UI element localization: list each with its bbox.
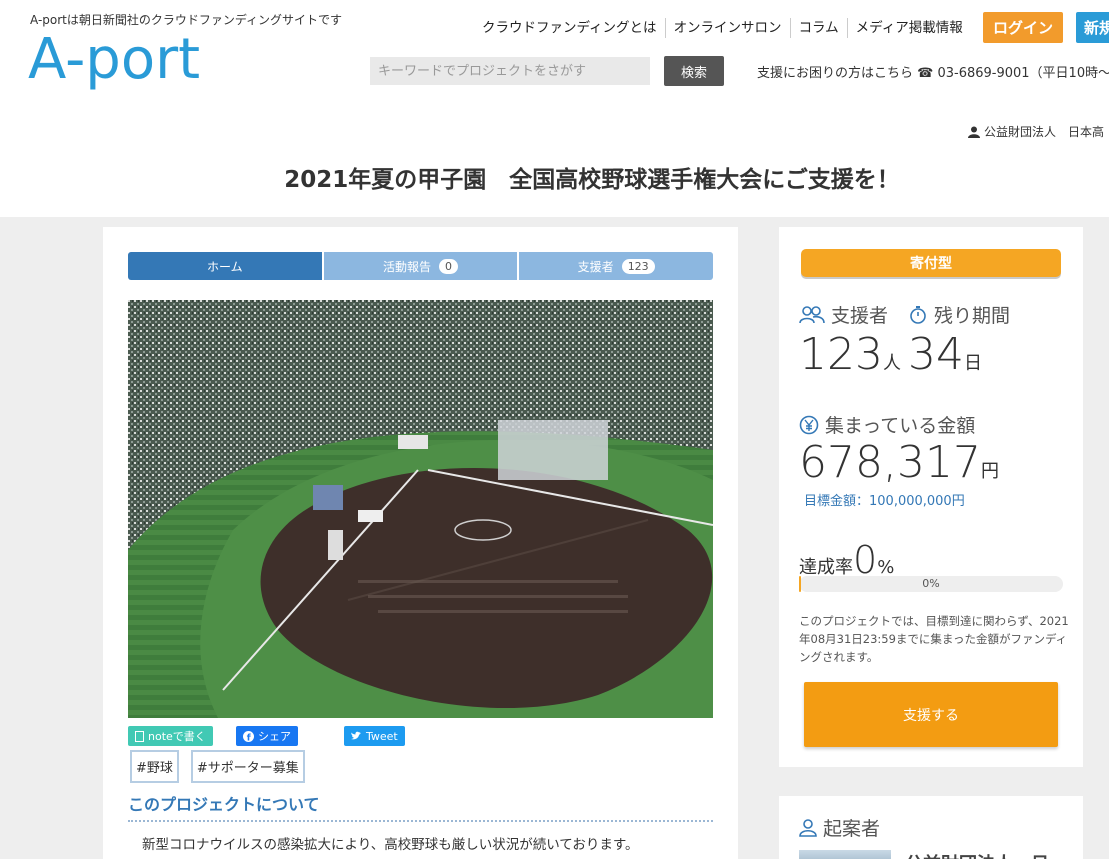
aport-logo[interactable]: A-port <box>28 26 278 98</box>
note-share-label: noteで書く <box>148 730 206 743</box>
amount-stat-label: 集まっている金額 <box>799 411 975 438</box>
owner-name: 公益財団法人 日本高 <box>984 125 1105 139</box>
facebook-share-button[interactable]: f シェア <box>236 726 298 746</box>
tab-activity-reports[interactable]: 活動報告 0 <box>323 252 518 280</box>
tab-home[interactable]: ホーム <box>128 252 322 280</box>
login-button[interactable]: ログイン <box>983 12 1063 43</box>
supporters-stat-label: 支援者 <box>799 301 888 328</box>
about-project-heading: このプロジェクトについて <box>128 795 320 814</box>
remaining-days: 34日 <box>908 333 982 377</box>
remaining-label: 残り期間 <box>934 305 1011 327</box>
facebook-icon: f <box>243 730 254 742</box>
nav-column[interactable]: コラム <box>789 18 847 38</box>
supporters-count: 123人 <box>799 333 901 377</box>
supporters-unit: 人 <box>882 353 901 374</box>
tag-baseball[interactable]: #野球 <box>130 750 179 783</box>
tab-count-badge: 123 <box>621 258 655 274</box>
progress-bar: 0% <box>799 576 1063 592</box>
tab-count-badge: 0 <box>439 258 459 274</box>
originator-thumbnail[interactable] <box>799 850 891 859</box>
hero-image-stadium <box>128 300 713 718</box>
goal-amount: 目標金額：100,000,000円 <box>804 494 965 509</box>
tweet-label: Tweet <box>366 729 398 743</box>
person-icon <box>799 818 817 837</box>
yen-coin-icon <box>799 415 819 434</box>
stopwatch-icon <box>910 305 926 324</box>
page-title: 2021年夏の甲子園 全国高校野球選手権大会にご支援を！ <box>284 167 900 193</box>
register-button[interactable]: 新規 <box>1076 12 1109 43</box>
site-header: A-portは朝日新聞社のクラウドファンディングサイトです A-port クラウ… <box>0 0 1109 217</box>
search-button[interactable]: 検索 <box>664 56 724 86</box>
facebook-share-label: シェア <box>258 730 291 743</box>
note-share-button[interactable]: noteで書く <box>128 726 213 746</box>
nav-online-salon[interactable]: オンラインサロン <box>664 18 790 38</box>
project-description: 新型コロナウイルスの感染拡大により、高校野球も厳しい状況が続いております。 <box>142 837 639 853</box>
originator-heading: 起案者 <box>799 814 880 841</box>
project-tabs: ホーム 活動報告 0 支援者 123 <box>128 252 714 280</box>
funding-note: このプロジェクトでは、目標到達に関わらず、2021年08月31日23:59までに… <box>799 614 1069 664</box>
originator-label: 起案者 <box>823 818 881 840</box>
support-button[interactable]: 支援する <box>804 682 1058 747</box>
funding-type-badge: 寄付型 <box>801 249 1061 277</box>
search-input[interactable] <box>370 57 650 85</box>
svg-text:A-port: A-port <box>28 27 200 92</box>
tab-label: 支援者 <box>577 259 614 274</box>
project-owner[interactable]: 公益財団法人 日本高 <box>968 123 1104 140</box>
section-divider <box>128 820 713 822</box>
nav-media[interactable]: メディア掲載情報 <box>846 18 971 38</box>
support-contact[interactable]: 支援にお困りの方はこちら ☎ 03-6869-9001（平日10時～ <box>757 62 1109 81</box>
twitter-share-button[interactable]: Tweet <box>344 726 405 746</box>
progress-text: 0% <box>922 577 940 590</box>
amount-label: 集まっている金額 <box>825 415 976 437</box>
supporters-icon <box>799 305 825 323</box>
nav-about-crowdfunding[interactable]: クラウドファンディングとは <box>474 18 665 38</box>
originator-name[interactable]: 公益財団法人 日 <box>905 850 1049 859</box>
project-tags: #野球 #サポーター募集 <box>130 750 305 783</box>
rate-unit: % <box>877 557 895 578</box>
tab-label: ホーム <box>207 259 243 274</box>
tag-supporters-wanted[interactable]: #サポーター募集 <box>190 750 305 783</box>
remaining-value: 34 <box>908 329 964 380</box>
tab-supporters[interactable]: 支援者 123 <box>519 252 714 280</box>
user-icon <box>968 126 980 138</box>
supporters-value: 123 <box>799 329 883 380</box>
amount-collected: 678,317円 <box>799 441 999 485</box>
supporters-label: 支援者 <box>831 305 889 327</box>
remaining-stat-label: 残り期間 <box>908 301 1010 328</box>
svg-text:f: f <box>247 733 251 742</box>
note-icon <box>135 730 144 742</box>
amount-unit: 円 <box>980 461 999 482</box>
top-navigation: クラウドファンディングとは オンラインサロン コラム メディア掲載情報 <box>474 14 971 42</box>
tab-label: 活動報告 <box>383 259 432 274</box>
amount-value: 678,317 <box>799 437 981 488</box>
remaining-unit: 日 <box>964 353 982 374</box>
twitter-bird-icon <box>351 731 361 740</box>
